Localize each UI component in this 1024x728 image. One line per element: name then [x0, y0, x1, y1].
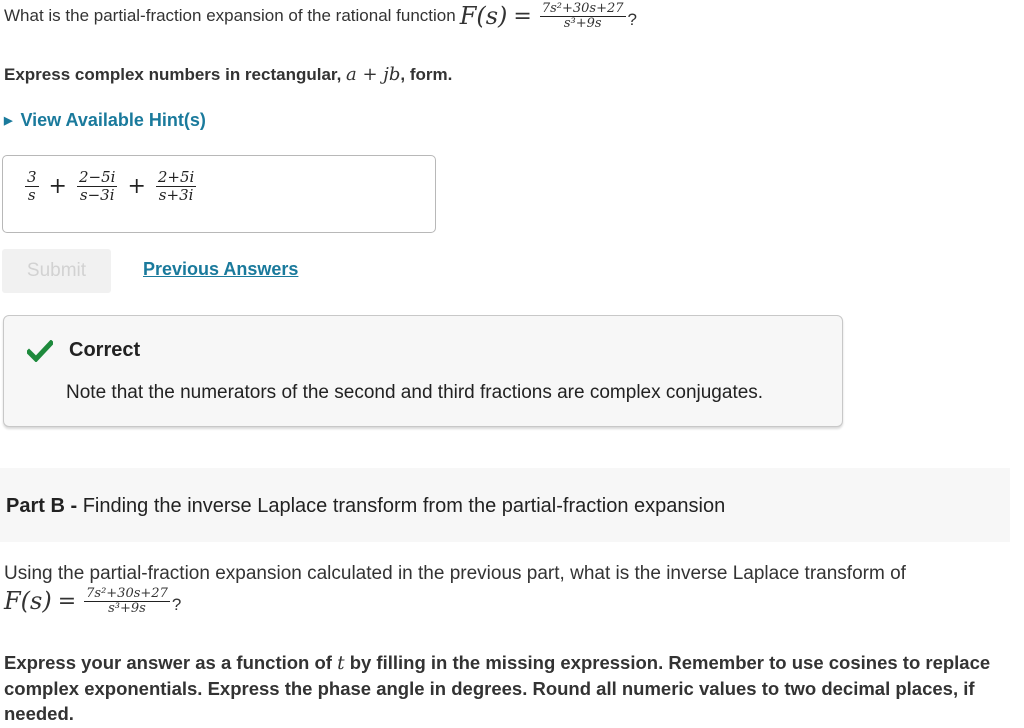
answer-expression: 3 s + 2−5i s−3i + 2+5i s+3i — [23, 168, 198, 204]
instruction-suffix: , form. — [400, 65, 453, 84]
function-fraction: 7s²+30s+27 s³+9s — [84, 587, 170, 616]
question-text: What is the partial-fraction expansion o… — [4, 6, 456, 26]
answer-term: 2−5i s−3i — [76, 168, 118, 204]
plus-operator: + — [127, 174, 146, 200]
instruction-text: Express your answer as a function of — [4, 652, 332, 673]
question-mark: ? — [171, 595, 182, 615]
part-title: Finding the inverse Laplace transform fr… — [82, 495, 726, 517]
term-denominator: s — [27, 185, 36, 204]
part-a-question: What is the partial-fraction expansion o… — [4, 2, 637, 31]
equals-sign: = — [57, 588, 77, 614]
part-b-question: Using the partial-fraction expansion cal… — [4, 563, 906, 584]
feedback-status: Correct — [69, 339, 141, 361]
function-lhs: F(s) — [459, 2, 508, 31]
fraction-denominator: s³+9s — [563, 15, 602, 31]
term-numerator: 2−5i — [76, 168, 118, 187]
fraction-numerator: 7s²+30s+27 — [84, 586, 170, 602]
term-numerator: 3 — [25, 168, 39, 187]
instruction-math: a + jb — [346, 64, 401, 85]
part-b-header: Part B - Finding the inverse Laplace tra… — [0, 468, 1010, 542]
question-mark: ? — [627, 10, 638, 30]
term-denominator: s+3i — [158, 185, 194, 204]
part-a-instruction: Express complex numbers in rectangular, … — [4, 64, 452, 85]
checkmark-icon — [27, 340, 53, 362]
feedback-note: Note that the numerators of the second a… — [66, 382, 764, 403]
instruction-variable: t — [337, 653, 345, 674]
fraction-numerator: 7s²+30s+27 — [539, 1, 626, 17]
instruction-text: Express complex numbers in rectangular, — [4, 65, 342, 84]
hint-label: View Available Hint(s) — [20, 110, 206, 130]
submit-button[interactable]: Submit — [2, 249, 111, 293]
feedback-panel: Correct Note that the numerators of the … — [3, 315, 843, 427]
view-hints-toggle[interactable]: ▶ View Available Hint(s) — [4, 110, 206, 131]
equals-sign: = — [513, 3, 532, 29]
term-denominator: s−3i — [79, 185, 115, 204]
part-label: Part B - — [6, 495, 78, 517]
part-b-function: F(s) = 7s²+30s+27 s³+9s ? — [4, 587, 181, 616]
caret-right-icon: ▶ — [4, 115, 13, 127]
part-b-instruction: Express your answer as a function of t b… — [4, 650, 1014, 726]
function-fraction: 7s²+30s+27 s³+9s — [539, 1, 626, 31]
answer-term: 3 s — [25, 168, 39, 204]
fraction-denominator: s³+9s — [108, 600, 146, 616]
previous-answers-link[interactable]: Previous Answers — [143, 259, 298, 280]
answer-input[interactable]: 3 s + 2−5i s−3i + 2+5i s+3i — [2, 155, 436, 233]
plus-operator: + — [48, 174, 67, 200]
part-b-title: Part B - Finding the inverse Laplace tra… — [6, 495, 725, 518]
term-numerator: 2+5i — [155, 168, 197, 187]
function-lhs: F(s) — [4, 587, 52, 616]
answer-term: 2+5i s+3i — [155, 168, 197, 204]
